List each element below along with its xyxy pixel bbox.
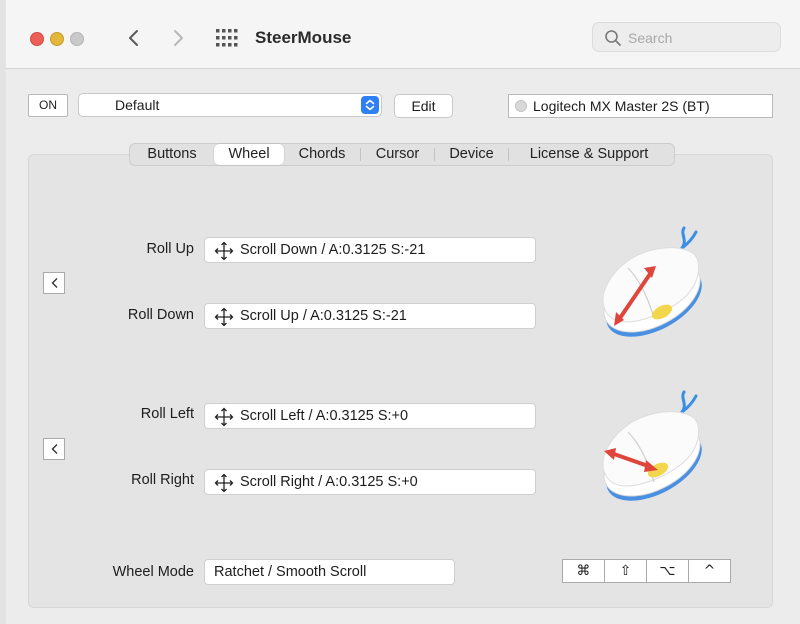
wheel-mode-label: Wheel Mode [112, 564, 194, 580]
popup-stepper-icon [361, 96, 379, 114]
roll-down-action-value: Scroll Up / A:0.3125 S:-21 [240, 308, 407, 324]
four-way-arrow-icon [214, 307, 234, 327]
tab-wheel[interactable]: Wheel [214, 144, 284, 165]
control-modifier-button[interactable]: ^ [689, 560, 730, 582]
roll-down-label: Roll Down [127, 307, 194, 323]
mouse-horizontal-scroll-icon [602, 390, 702, 501]
shift-modifier-button[interactable]: ⇧ [605, 560, 647, 582]
minimize-window-button[interactable] [50, 32, 64, 46]
roll-right-label: Roll Right [131, 472, 194, 488]
roll-left-action-field[interactable]: Scroll Left / A:0.3125 S:+0 [204, 403, 536, 429]
profile-name: Default [115, 97, 160, 113]
four-way-arrow-icon [214, 473, 234, 493]
device-selector[interactable]: Logitech MX Master 2S (BT) [508, 94, 773, 118]
search-placeholder: Search [628, 30, 673, 46]
roll-right-action-field[interactable]: Scroll Right / A:0.3125 S:+0 [204, 469, 536, 495]
magnifier-icon [605, 30, 621, 46]
chevron-left-icon [51, 278, 58, 288]
roll-right-action-value: Scroll Right / A:0.3125 S:+0 [240, 474, 418, 490]
mouse-vertical-scroll-icon [602, 226, 702, 337]
roll-up-label: Roll Up [146, 241, 194, 257]
tab-buttons[interactable]: Buttons [130, 144, 214, 165]
wheel-settings-panel [28, 154, 773, 608]
tab-cursor[interactable]: Cursor [361, 144, 434, 165]
four-way-arrow-icon [214, 407, 234, 427]
tab-device[interactable]: Device [435, 144, 508, 165]
roll-down-action-field[interactable]: Scroll Up / A:0.3125 S:-21 [204, 303, 536, 329]
edit-profile-button[interactable]: Edit [394, 94, 453, 118]
zoom-window-button[interactable] [70, 32, 84, 46]
tab-bar: Buttons Wheel Chords Cursor Device Licen… [129, 143, 675, 166]
chevron-right-icon [174, 30, 183, 46]
roll-up-action-field[interactable]: Scroll Down / A:0.3125 S:-21 [204, 237, 536, 263]
option-modifier-button[interactable]: ⌥ [647, 560, 689, 582]
wheel-mode-value: Ratchet / Smooth Scroll [214, 564, 367, 580]
four-way-arrow-icon [214, 241, 234, 261]
device-status-icon [515, 100, 527, 112]
roll-left-label: Roll Left [140, 406, 194, 422]
horizontal-wheel-toggle-button[interactable] [43, 438, 65, 460]
command-modifier-button[interactable]: ⌘ [563, 560, 605, 582]
modifier-keys-group: ⌘ ⇧ ⌥ ^ [562, 559, 731, 583]
window-title: SteerMouse [255, 28, 352, 47]
forward-button[interactable] [166, 26, 190, 50]
back-button[interactable] [122, 26, 146, 50]
app-grid-icon [216, 29, 238, 47]
chevron-left-icon [129, 30, 138, 46]
search-field[interactable]: Search [592, 22, 781, 52]
tab-chords[interactable]: Chords [284, 144, 360, 165]
tab-license-support[interactable]: License & Support [509, 144, 669, 165]
show-all-button[interactable] [214, 26, 238, 50]
profile-popup[interactable]: Default [78, 93, 382, 117]
preferences-window: SteerMouse Search ON Default Edit Logite… [6, 0, 800, 624]
close-window-button[interactable] [30, 32, 44, 46]
roll-left-action-value: Scroll Left / A:0.3125 S:+0 [240, 408, 409, 424]
enable-toggle-button[interactable]: ON [28, 94, 68, 117]
device-name: Logitech MX Master 2S (BT) [533, 98, 710, 114]
roll-up-action-value: Scroll Down / A:0.3125 S:-21 [240, 242, 426, 258]
chevron-left-icon [51, 444, 58, 454]
title-bar: SteerMouse Search [6, 0, 800, 69]
vertical-wheel-toggle-button[interactable] [43, 272, 65, 294]
wheel-mode-field[interactable]: Ratchet / Smooth Scroll [204, 559, 455, 585]
